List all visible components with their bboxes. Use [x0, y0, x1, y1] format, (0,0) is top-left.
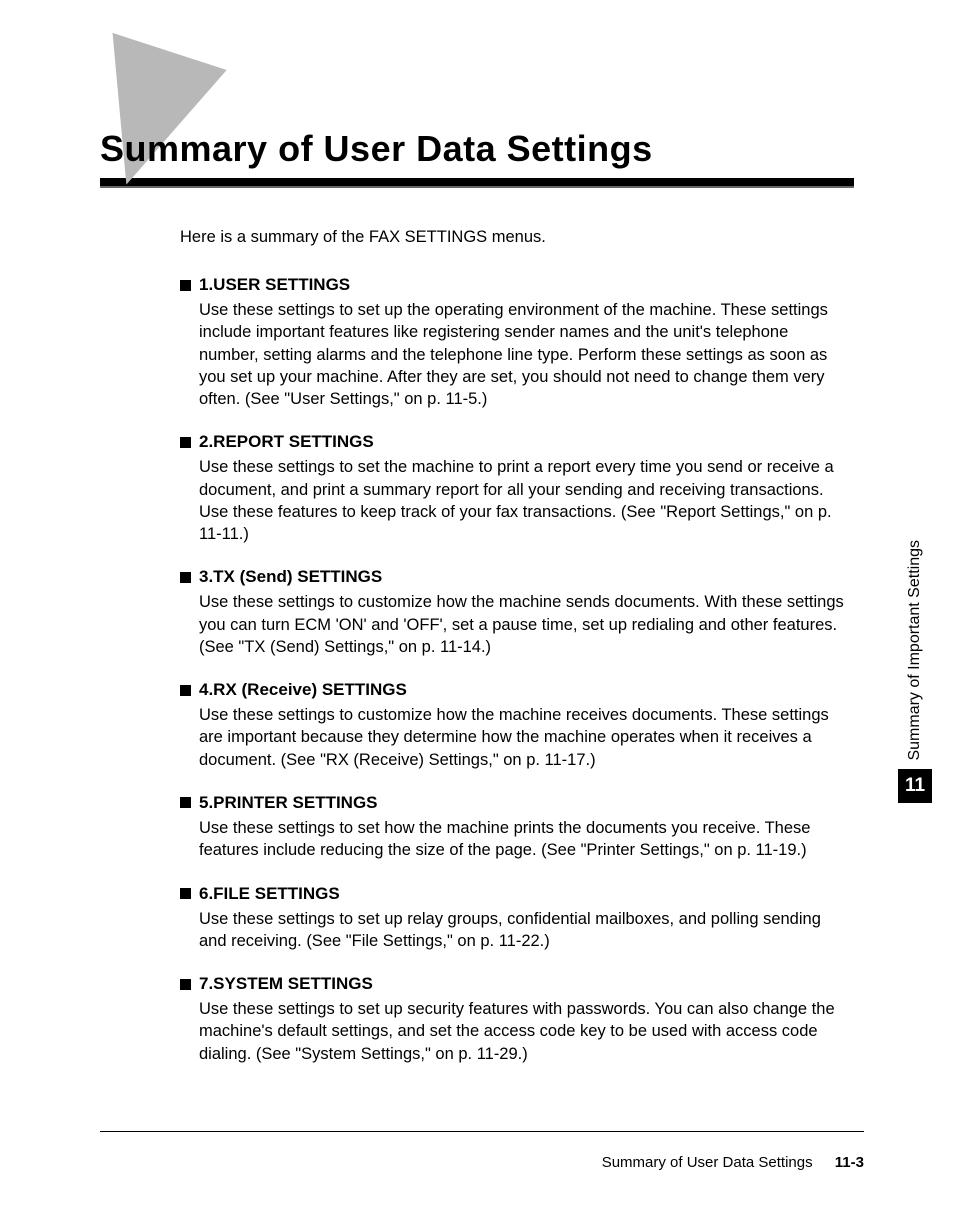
square-bullet-icon — [180, 280, 191, 291]
side-tab-label: Summary of Important Settings — [906, 540, 924, 761]
page-content: Summary of User Data Settings Here is a … — [0, 0, 954, 1065]
square-bullet-icon — [180, 437, 191, 448]
section-system-settings: 7.SYSTEM SETTINGS Use these settings to … — [180, 974, 844, 1065]
page-footer: Summary of User Data Settings 11-3 — [100, 1131, 864, 1172]
section-header: 1.USER SETTINGS — [180, 275, 844, 295]
section-header: 5.PRINTER SETTINGS — [180, 793, 844, 813]
section-body: Use these settings to set up the operati… — [199, 299, 844, 410]
section-title: 3.TX (Send) SETTINGS — [199, 567, 382, 587]
section-title: 1.USER SETTINGS — [199, 275, 350, 295]
section-report-settings: 2.REPORT SETTINGS Use these settings to … — [180, 432, 844, 545]
section-rx-settings: 4.RX (Receive) SETTINGS Use these settin… — [180, 680, 844, 771]
chapter-number-badge: 11 — [898, 769, 932, 803]
section-body: Use these settings to set up relay group… — [199, 908, 844, 953]
section-printer-settings: 5.PRINTER SETTINGS Use these settings to… — [180, 793, 844, 862]
section-file-settings: 6.FILE SETTINGS Use these settings to se… — [180, 884, 844, 953]
section-user-settings: 1.USER SETTINGS Use these settings to se… — [180, 275, 844, 410]
section-body: Use these settings to set how the machin… — [199, 817, 844, 862]
section-title: 2.REPORT SETTINGS — [199, 432, 374, 452]
section-body: Use these settings to set the machine to… — [199, 456, 844, 545]
square-bullet-icon — [180, 979, 191, 990]
section-body: Use these settings to customize how the … — [199, 591, 844, 658]
section-title: 6.FILE SETTINGS — [199, 884, 340, 904]
section-title: 4.RX (Receive) SETTINGS — [199, 680, 407, 700]
square-bullet-icon — [180, 888, 191, 899]
section-title: 7.SYSTEM SETTINGS — [199, 974, 373, 994]
side-tab: Summary of Important Settings 11 — [898, 540, 932, 803]
section-header: 3.TX (Send) SETTINGS — [180, 567, 844, 587]
square-bullet-icon — [180, 685, 191, 696]
section-body: Use these settings to set up security fe… — [199, 998, 844, 1065]
section-tx-settings: 3.TX (Send) SETTINGS Use these settings … — [180, 567, 844, 658]
page-title: Summary of User Data Settings — [100, 128, 854, 170]
section-title: 5.PRINTER SETTINGS — [199, 793, 378, 813]
footer-divider — [100, 1131, 864, 1133]
section-header: 2.REPORT SETTINGS — [180, 432, 844, 452]
footer-label: Summary of User Data Settings — [602, 1154, 813, 1171]
section-header: 7.SYSTEM SETTINGS — [180, 974, 844, 994]
square-bullet-icon — [180, 797, 191, 808]
intro-text: Here is a summary of the FAX SETTINGS me… — [180, 228, 854, 247]
footer-text: Summary of User Data Settings 11-3 — [100, 1154, 864, 1171]
section-header: 4.RX (Receive) SETTINGS — [180, 680, 844, 700]
footer-page-number: 11-3 — [835, 1154, 864, 1171]
title-underline — [100, 178, 854, 188]
square-bullet-icon — [180, 572, 191, 583]
section-body: Use these settings to customize how the … — [199, 704, 844, 771]
section-header: 6.FILE SETTINGS — [180, 884, 844, 904]
